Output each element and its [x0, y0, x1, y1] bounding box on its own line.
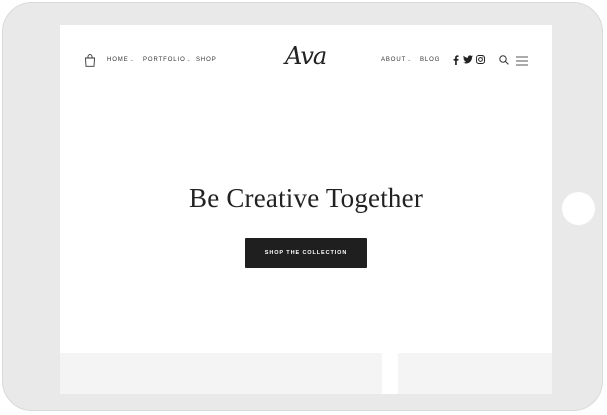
nav-blog[interactable]: BLOG [420, 57, 440, 63]
shop-collection-button[interactable]: SHOP THE COLLECTION [245, 238, 367, 268]
nav-portfolio[interactable]: PORTFOLIO⌄ [143, 57, 192, 63]
search-icon[interactable] [499, 55, 509, 65]
tablet-frame: HOME⌄ PORTFOLIO⌄ SHOP Ava ABOUT⌄ BLOG Be… [2, 2, 603, 411]
chevron-down-icon: ⌄ [407, 57, 413, 63]
nav-about[interactable]: ABOUT⌄ [381, 57, 412, 63]
website-screen: HOME⌄ PORTFOLIO⌄ SHOP Ava ABOUT⌄ BLOG Be… [60, 25, 552, 394]
nav-home[interactable]: HOME⌄ [107, 57, 135, 63]
chevron-down-icon: ⌄ [186, 57, 192, 63]
site-logo[interactable]: Ava [285, 42, 327, 70]
instagram-icon[interactable] [476, 55, 485, 64]
tablet-home-button[interactable] [562, 192, 595, 225]
nav-blog-label: BLOG [420, 57, 441, 63]
facebook-icon[interactable] [453, 55, 459, 65]
nav-shop-label: SHOP [196, 57, 217, 63]
nav-shop[interactable]: SHOP [196, 57, 217, 63]
hamburger-menu-icon[interactable] [516, 56, 528, 66]
nav-about-label: ABOUT [381, 57, 407, 63]
nav-home-label: HOME [107, 57, 129, 63]
hero-title: Be Creative Together [188, 183, 424, 213]
twitter-icon[interactable] [463, 55, 473, 64]
chevron-down-icon: ⌄ [129, 57, 135, 63]
content-panel-left [60, 353, 382, 394]
nav-portfolio-label: PORTFOLIO [143, 57, 186, 63]
shopping-bag-icon[interactable] [84, 54, 96, 67]
content-panel-right [398, 353, 552, 394]
